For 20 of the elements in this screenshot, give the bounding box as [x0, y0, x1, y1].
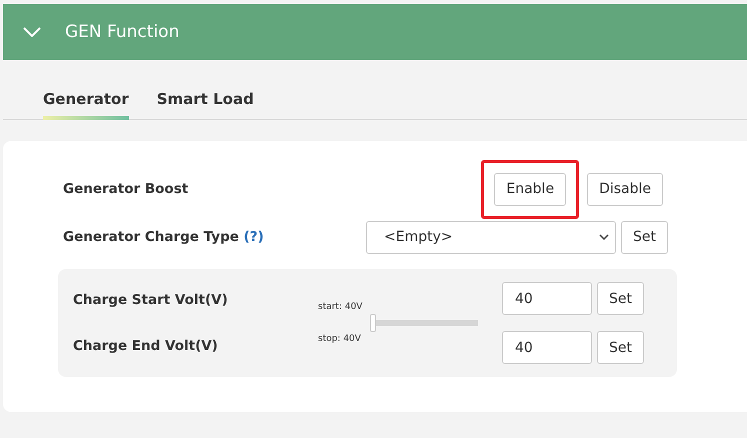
slider-handle[interactable]: [370, 314, 376, 332]
slider-reading: stop: 40V: [318, 334, 361, 344]
option-button[interactable]: Disable: [587, 172, 663, 206]
tab[interactable]: Generator: [43, 90, 129, 120]
setting-label: Generator Boost: [63, 181, 188, 197]
section-title: GEN Function: [65, 22, 180, 42]
set-button[interactable]: Set: [597, 331, 644, 364]
input-field[interactable]: 40: [502, 331, 592, 364]
input-field[interactable]: 40: [502, 282, 592, 315]
set-button[interactable]: Set: [597, 282, 644, 315]
tab[interactable]: Smart Load: [156, 90, 254, 120]
setting-label: Charge End Volt(V): [73, 338, 218, 354]
charge-type-select[interactable]: <Empty>: [366, 220, 616, 254]
setting-label: Charge Start Volt(V): [73, 292, 228, 308]
slider-reading: start: 40V: [318, 302, 362, 312]
dropdown-icon: [599, 234, 609, 240]
setting-label: Generator Charge Type: [63, 229, 239, 245]
help-link[interactable]: (?): [244, 229, 264, 245]
option-button[interactable]: Enable: [494, 172, 566, 206]
set-button[interactable]: Set: [621, 220, 668, 254]
